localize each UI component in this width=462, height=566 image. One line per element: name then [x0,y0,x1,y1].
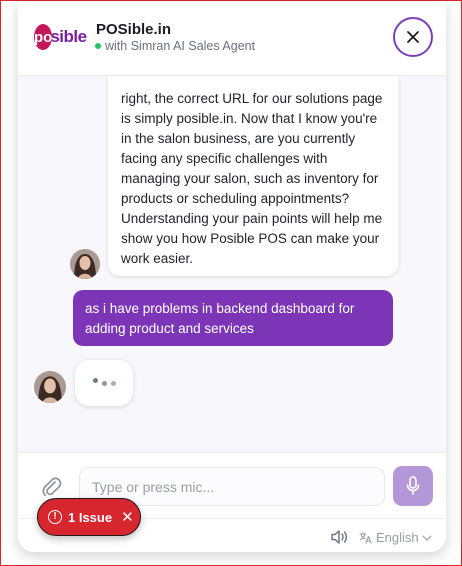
typing-dot [110,380,116,386]
online-status-dot [95,43,101,49]
typing-dot [101,380,107,386]
issue-badge[interactable]: ! 1 Issue ✕ [37,498,141,536]
brand-logo: po sible [34,22,87,52]
microphone-icon [406,476,420,495]
agent-avatar [34,371,66,403]
dismiss-issue-icon[interactable]: ✕ [121,508,134,526]
alert-icon: ! [48,510,62,524]
chat-widget: po sible POSible.in with Simran AI Sales… [18,2,446,552]
user-message-bubble: as i have problems in backend dashboard … [73,290,393,346]
close-button[interactable] [393,17,433,57]
paperclip-icon [42,477,62,497]
translate-icon [359,531,372,544]
issue-label: 1 Issue [68,509,113,525]
mic-button[interactable] [393,466,433,506]
typing-indicator [75,360,133,406]
logo-text: sible [50,27,87,46]
language-label: English [376,530,419,545]
close-icon [407,31,419,43]
chat-title: POSible.in [96,21,172,38]
message-list[interactable]: right, the correct URL for our solutions… [18,76,446,452]
agent-subtitle: with Simran AI Sales Agent [95,39,255,53]
typing-dot [92,377,98,383]
audio-toggle-button[interactable] [330,529,348,545]
agent-subtitle-text: with Simran AI Sales Agent [105,39,256,53]
speaker-icon [331,530,347,544]
agent-avatar [70,249,100,279]
chevron-down-icon [422,534,432,541]
attach-button[interactable] [40,474,62,498]
language-selector[interactable]: English [359,530,432,545]
chat-header: po sible POSible.in with Simran AI Sales… [18,2,446,76]
agent-message-bubble: right, the correct URL for our solutions… [108,76,398,276]
